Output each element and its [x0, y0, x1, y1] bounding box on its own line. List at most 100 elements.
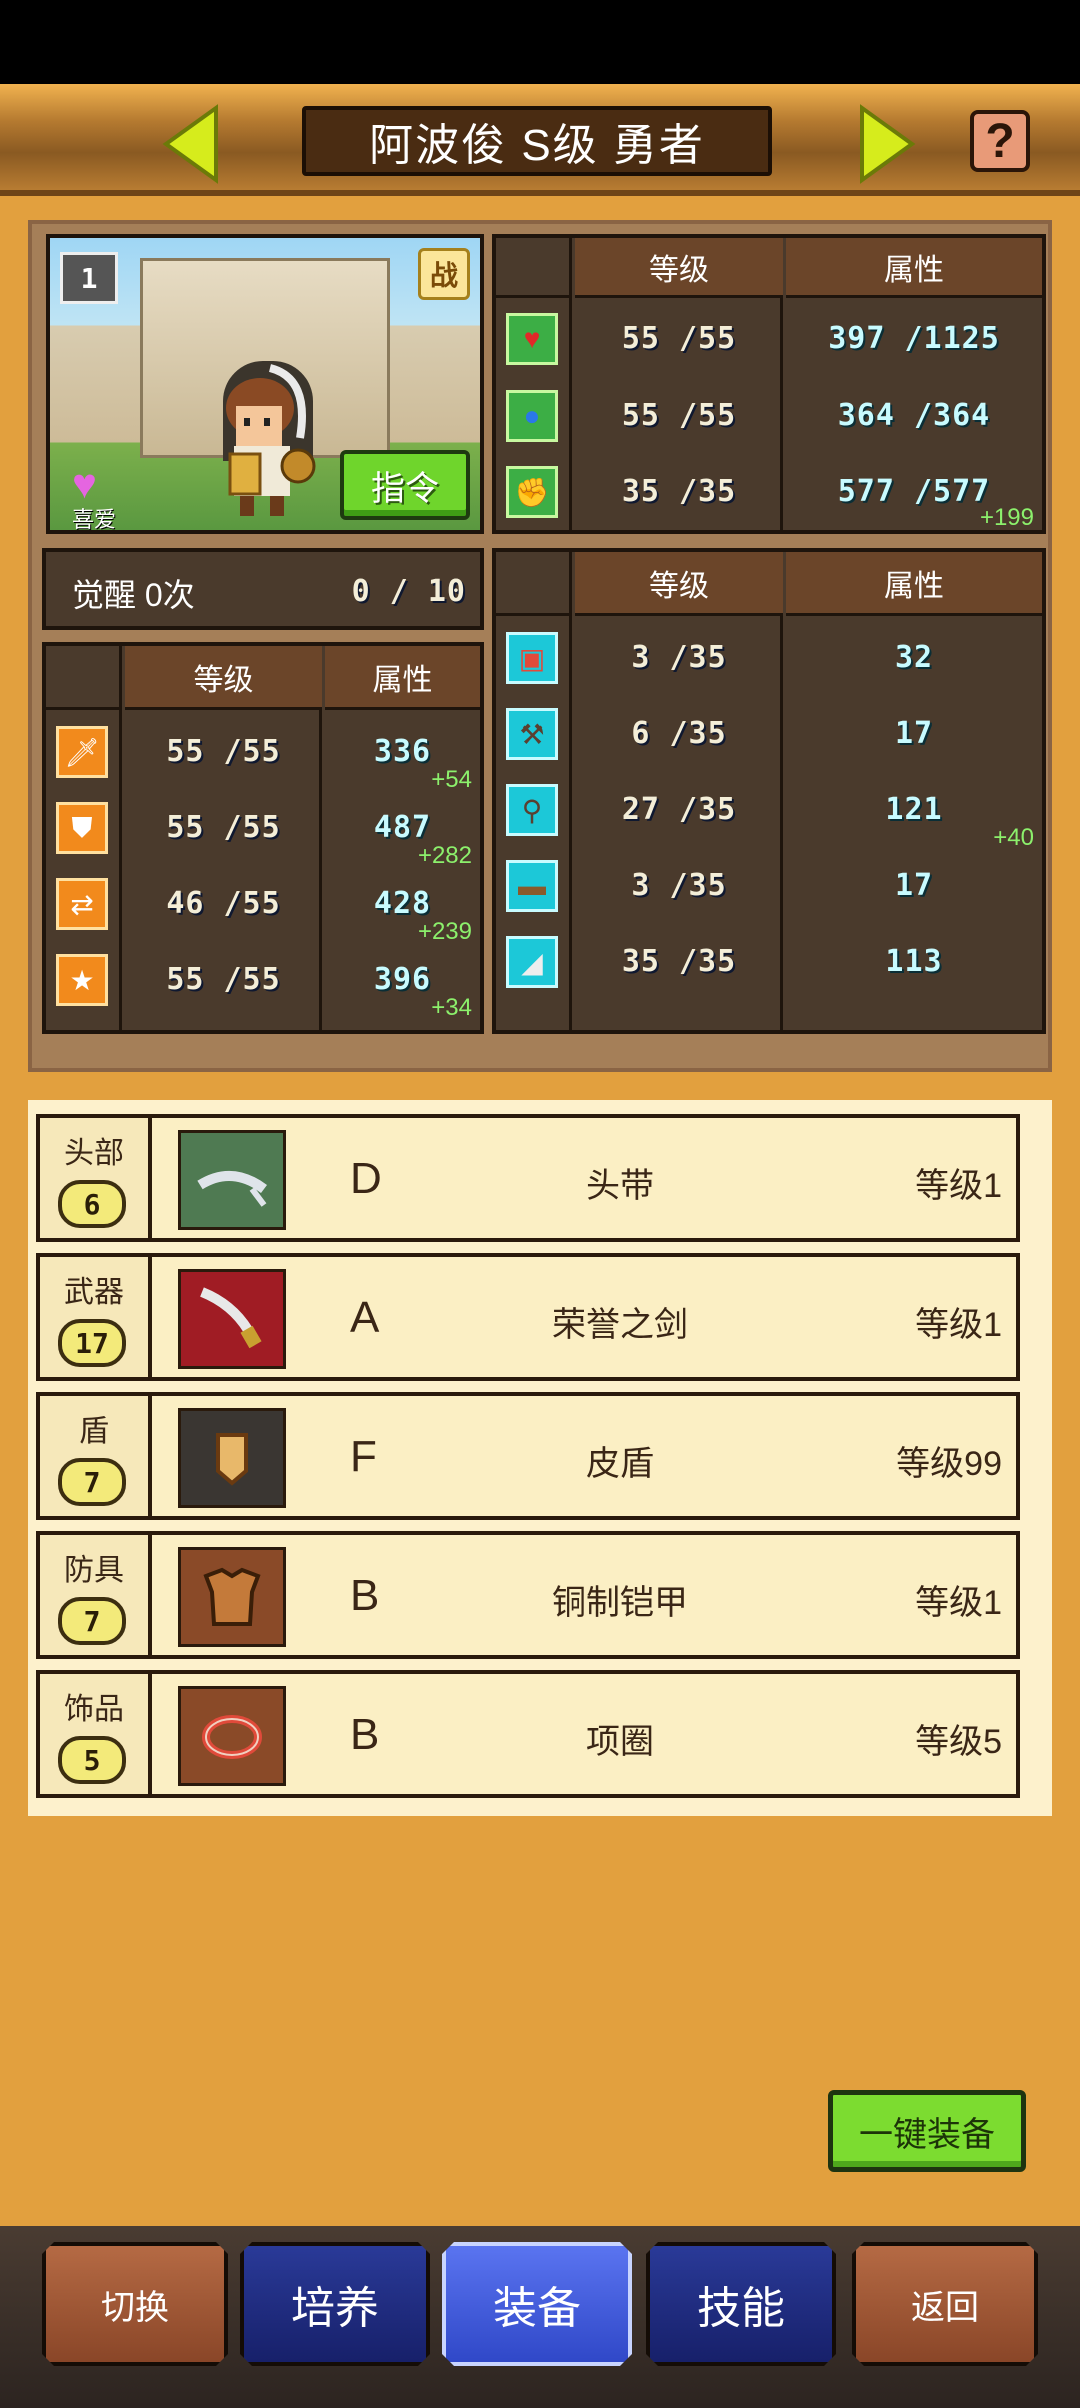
- nav-train-label: 培养: [291, 2284, 379, 2333]
- slot-level-badge: 17: [58, 1319, 126, 1367]
- combat-stats-table: 等级 属性 🗡 55 /55 336 +54 ⛊ 55 /55 487 +282…: [42, 642, 484, 1034]
- question-mark-icon: ?: [985, 114, 1015, 168]
- stats-panel: 1 战 ♥ 喜爱 指令 等级 属性 ♥ 55 /55 397 /1125 ● 5…: [28, 220, 1052, 1072]
- stat-row-book: ▣ 3 /35 32: [496, 620, 1042, 696]
- equipment-rank: D: [350, 1154, 382, 1203]
- equipment-level: 等级5: [915, 1723, 1002, 1761]
- equipment-level: 等级1: [915, 1306, 1002, 1344]
- axe-icon: ◢: [506, 936, 558, 988]
- stat-row-chest: ▬ 3 /35 17: [496, 848, 1042, 924]
- awaken-progress: 0 / 10: [351, 574, 466, 609]
- next-hero-arrow-icon[interactable]: [858, 104, 918, 184]
- equipment-row-shield[interactable]: 盾 7 F 皮盾 等级99: [36, 1392, 1020, 1520]
- axe-value: 113: [885, 944, 943, 979]
- book-value: 32: [894, 640, 934, 675]
- status-bar: [0, 0, 1080, 84]
- nav-switch-button[interactable]: 切换: [42, 2242, 228, 2366]
- equipment-name: 铜制铠甲: [552, 1584, 688, 1622]
- book-level: 3 /35: [631, 640, 727, 675]
- battle-badge-icon[interactable]: 战: [418, 248, 470, 300]
- hero-portrait: 1 战 ♥ 喜爱 指令: [46, 234, 484, 534]
- nav-back-label: 返回: [911, 2288, 979, 2327]
- equipment-panel: 头部 6 D 头带 等级1 武器 17 A 荣誉之剑 等级1 盾 7 F 皮盾 …: [28, 1100, 1052, 1816]
- stat-row-axe: ◢ 35 /35 113: [496, 924, 1042, 1000]
- attribute-header: 属性: [786, 238, 1042, 298]
- slot-level-badge: 5: [58, 1736, 126, 1784]
- slot-level-badge: 7: [58, 1458, 126, 1506]
- defense-level: 55 /55: [166, 810, 281, 845]
- equipment-slot: 盾 7: [40, 1396, 152, 1516]
- auto-equip-label: 一键装备: [859, 2115, 995, 2154]
- speed-icon: ⇄: [56, 878, 108, 930]
- stat-row-attack: 🗡 55 /55 336 +54: [46, 714, 480, 793]
- equipment-rank: F: [350, 1432, 377, 1481]
- slot-name: 防具: [64, 1554, 124, 1587]
- equipment-level: 等级99: [896, 1445, 1002, 1483]
- luck-value: 396: [373, 962, 432, 997]
- stat-row-luck: ★ 55 /55 396 +34: [46, 942, 480, 1021]
- hero-title-text: 阿波俊 S级 勇者: [369, 121, 705, 170]
- battle-badge-text: 战: [429, 260, 458, 291]
- equipment-level: 等级1: [915, 1167, 1002, 1205]
- attribute-header: 属性: [786, 552, 1042, 616]
- equipment-row-armor[interactable]: 防具 7 B 铜制铠甲 等级1: [36, 1531, 1020, 1659]
- attack-level: 55 /55: [166, 734, 281, 769]
- equipment-name: 项圈: [586, 1723, 654, 1761]
- stat-row-hammer: ⚒ 6 /35 17: [496, 696, 1042, 772]
- luck-level: 55 /55: [166, 962, 281, 997]
- axe-level: 35 /35: [621, 944, 737, 979]
- hammer-level: 6 /35: [631, 716, 727, 751]
- mp-level: 55 /55: [621, 398, 737, 433]
- skill-stats-table: 等级 属性 ▣ 3 /35 32 ⚒ 6 /35 17 ⚲ 27 /35 121…: [492, 548, 1046, 1034]
- bronze-armor-icon[interactable]: [178, 1547, 286, 1647]
- command-button-label: 指令: [371, 469, 439, 508]
- collar-icon[interactable]: [178, 1686, 286, 1786]
- equipment-row-accessory[interactable]: 饰品 5 B 项圈 等级5: [36, 1670, 1020, 1798]
- hammer-value: 17: [894, 716, 934, 751]
- nav-skill-label: 技能: [697, 2284, 785, 2333]
- equipment-slot: 防具 7: [40, 1535, 152, 1655]
- slot-name: 盾: [79, 1415, 109, 1448]
- nav-equip-button[interactable]: 装备: [442, 2242, 632, 2366]
- stamina-level: 35 /35: [621, 474, 737, 509]
- sword-icon: 🗡: [56, 726, 108, 778]
- equipment-name: 皮盾: [586, 1445, 654, 1483]
- muscle-icon: ✊: [506, 466, 558, 518]
- chest-level: 3 /35: [631, 868, 727, 903]
- previous-hero-arrow-icon[interactable]: [160, 104, 220, 184]
- favorite-heart-icon[interactable]: ♥: [72, 460, 97, 508]
- stat-row-hp: ♥ 55 /55 397 /1125: [496, 301, 1042, 377]
- rank-badge-value: 1: [80, 261, 98, 295]
- leather-shield-icon[interactable]: [178, 1408, 286, 1508]
- equipment-slot: 饰品 5: [40, 1674, 152, 1794]
- level-header: 等级: [575, 238, 783, 298]
- command-button[interactable]: 指令: [340, 450, 470, 520]
- help-button[interactable]: ?: [970, 110, 1030, 172]
- level-header: 等级: [575, 552, 783, 616]
- nav-back-button[interactable]: 返回: [852, 2242, 1038, 2366]
- stat-row-defense: ⛊ 55 /55 487 +282: [46, 790, 480, 869]
- nav-train-button[interactable]: 培养: [240, 2242, 430, 2366]
- auto-equip-button[interactable]: 一键装备: [828, 2090, 1026, 2172]
- stat-row-mp: ● 55 /55 364 /364: [496, 378, 1042, 454]
- castle-rank-badge: 1: [60, 252, 118, 304]
- attribute-header: 属性: [325, 646, 480, 710]
- luck-bonus: +34: [431, 994, 472, 1021]
- equipment-rank: A: [350, 1293, 380, 1342]
- equipment-rank: B: [350, 1571, 380, 1620]
- equipment-row-weapon[interactable]: 武器 17 A 荣誉之剑 等级1: [36, 1253, 1020, 1381]
- headband-icon[interactable]: [178, 1130, 286, 1230]
- nav-switch-label: 切换: [101, 2288, 169, 2327]
- stat-row-speed: ⇄ 46 /55 428 +239: [46, 866, 480, 945]
- equipment-row-head[interactable]: 头部 6 D 头带 等级1: [36, 1114, 1020, 1242]
- stat-row-stamina: ✊ 35 /35 577 /577 +199: [496, 454, 1042, 531]
- awaken-label: 觉醒 0次: [72, 577, 195, 613]
- attack-value: 336: [373, 734, 432, 769]
- slot-level-badge: 6: [58, 1180, 126, 1228]
- nav-skill-button[interactable]: 技能: [646, 2242, 836, 2366]
- honor-sword-icon[interactable]: [178, 1269, 286, 1369]
- awaken-bar: 觉醒 0次 0 / 10: [42, 548, 484, 630]
- equipment-slot: 武器 17: [40, 1257, 152, 1377]
- slot-name: 武器: [64, 1276, 124, 1309]
- speed-value: 428: [373, 886, 432, 921]
